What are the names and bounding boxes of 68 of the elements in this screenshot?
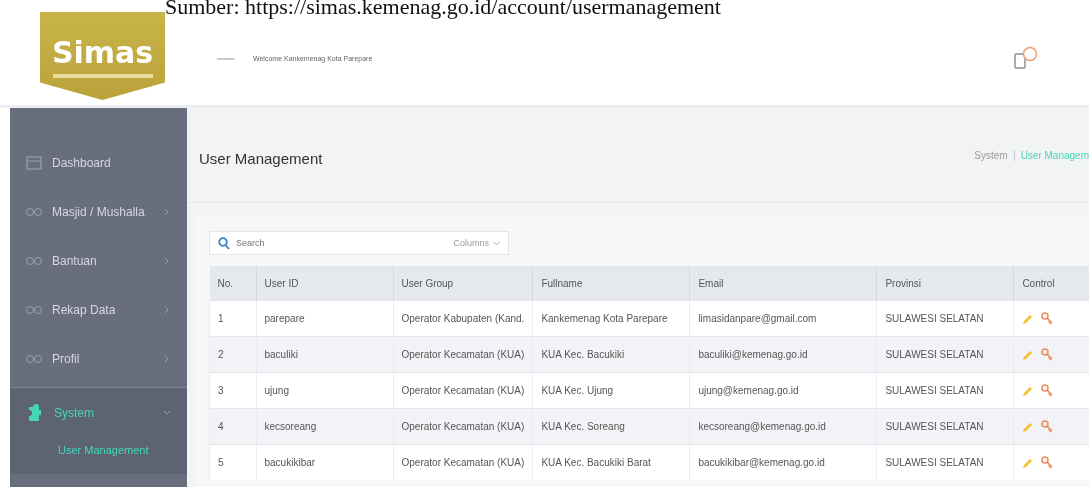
search-field[interactable]: Search Columns <box>209 231 509 255</box>
table-cell: SULAWESI SELATAN <box>876 444 1014 480</box>
table-cell: SULAWESI SELATAN <box>876 336 1014 373</box>
table-cell: KUA Kec. Bacukiki Barat <box>532 444 690 480</box>
column-header: Fullname <box>532 266 690 301</box>
table-cell: KUA Kec. Soreang <box>532 408 690 445</box>
table-cell: ujung@kemenag.go.id <box>689 372 877 409</box>
sidebar-item[interactable]: Rekap Data <box>10 285 187 334</box>
table-cell: 3 <box>209 372 256 409</box>
table-cell: 1 <box>209 300 256 337</box>
table-cell: Operator Kecamatan (KUA) <box>393 372 533 409</box>
key-icon[interactable] <box>1041 456 1054 469</box>
table-cell: ujung <box>256 372 393 409</box>
sidebar-item[interactable]: Profil <box>10 334 187 383</box>
table-cell: SULAWESI SELATAN <box>876 408 1014 445</box>
sidebar-item[interactable]: Masjid / Mushalla <box>10 187 187 236</box>
sidebar-item[interactable]: Dashboard <box>10 138 187 187</box>
table-cell: parepare <box>256 300 393 337</box>
table-cell: Operator Kecamatan (KUA) <box>393 408 533 445</box>
column-header: User ID <box>256 266 393 301</box>
circles-icon <box>26 255 42 266</box>
table-cell: limasidanpare@gmail.com <box>689 300 877 337</box>
table-cell: KUA Kec. Ujung <box>532 372 690 409</box>
pencil-icon[interactable] <box>1022 420 1035 433</box>
table-cell: 5 <box>209 444 256 480</box>
table-cell: Operator Kecamatan (KUA) <box>393 336 533 373</box>
table-cell: Kankemenag Kota Parepare <box>532 300 690 337</box>
columns-dropdown[interactable]: Columns <box>453 238 500 248</box>
dashboard-icon <box>26 155 42 170</box>
sidebar-item[interactable]: System <box>10 387 187 438</box>
pencil-icon[interactable] <box>1022 456 1035 469</box>
table-cell: SULAWESI SELATAN <box>876 372 1014 409</box>
table-cell: 4 <box>209 408 256 445</box>
circles-icon <box>26 353 42 364</box>
table-cell: 2 <box>209 336 256 373</box>
table-cell: SULAWESI SELATAN <box>876 300 1014 337</box>
caret-icon <box>493 240 500 246</box>
sidebar-subitem[interactable]: User Management <box>10 438 187 474</box>
sidebar-item[interactable]: Bantuan <box>10 236 187 285</box>
key-icon[interactable] <box>1041 348 1054 361</box>
pencil-icon[interactable] <box>1022 312 1035 325</box>
table-cell: Operator Kabupaten (Kand. <box>393 300 533 337</box>
table-cell: baculiki <box>256 336 393 373</box>
breadcrumb-link[interactable]: System <box>974 150 1008 161</box>
puzzle-icon <box>26 403 44 423</box>
table-cell: baculiki@kemenag.go.id <box>689 336 877 373</box>
table-cell: Operator Kecamatan (KUA) <box>393 444 533 480</box>
table-cell: kecsoreang <box>256 408 393 445</box>
column-header: Control <box>1013 266 1089 301</box>
pencil-icon[interactable] <box>1022 384 1035 397</box>
clipboard-icon[interactable] <box>1013 45 1039 72</box>
column-header: Email <box>689 266 877 301</box>
column-header: Provinsi <box>876 266 1014 301</box>
key-icon[interactable] <box>1041 420 1054 433</box>
circles-icon <box>26 304 42 315</box>
column-header: User Group <box>393 266 533 301</box>
key-icon[interactable] <box>1041 384 1054 397</box>
pencil-icon[interactable] <box>1022 348 1035 361</box>
table-cell: kecsoreang@kemenag.go.id <box>689 408 877 445</box>
search-icon <box>218 236 230 250</box>
table-cell: bacukikibar@kemenag.go.id <box>689 444 877 480</box>
column-header: No. <box>209 266 256 301</box>
circles-icon <box>26 206 42 217</box>
table-cell: bacukikibar <box>256 444 393 480</box>
table-cell: KUA Kec. Bacukiki <box>532 336 690 373</box>
page-title: User Management <box>199 150 323 167</box>
key-icon[interactable] <box>1041 312 1054 325</box>
logo-text: Simas <box>51 34 154 70</box>
